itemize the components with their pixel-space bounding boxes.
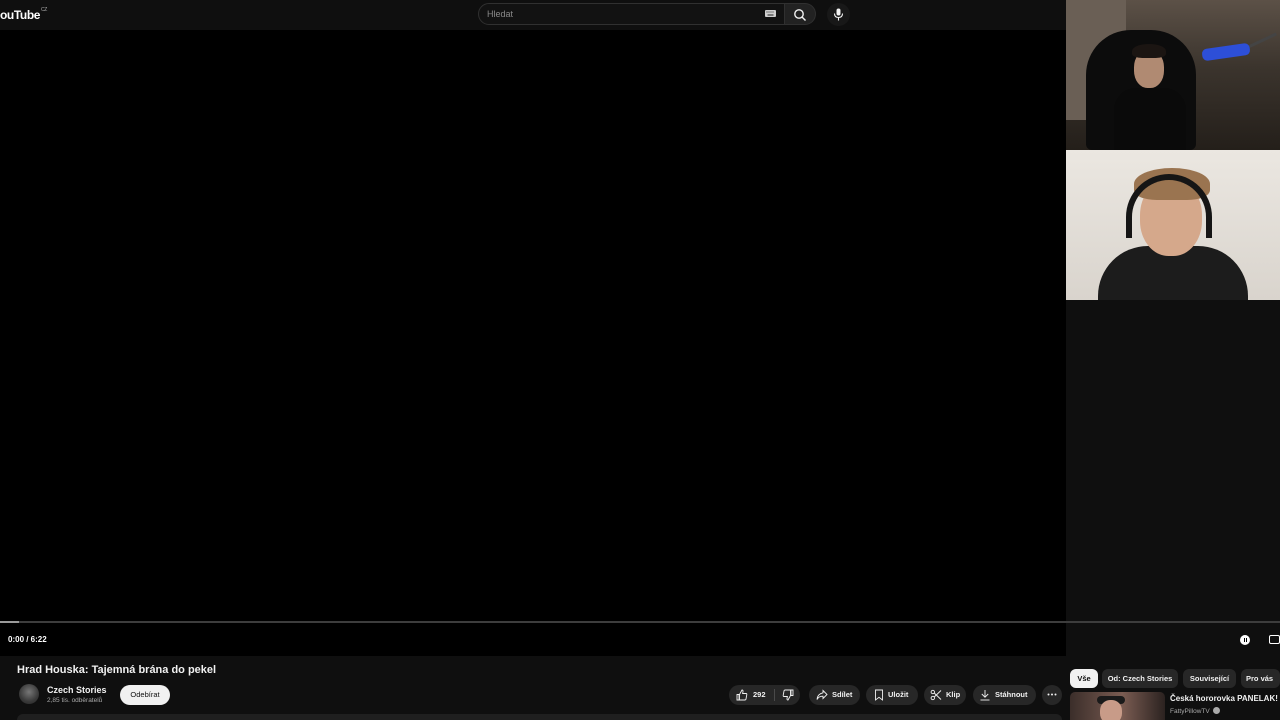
channel-avatar[interactable] xyxy=(19,684,39,704)
bookmark-icon xyxy=(875,689,883,701)
more-actions-button[interactable] xyxy=(1042,685,1062,705)
subscribe-button[interactable]: Odebírat xyxy=(120,685,170,705)
youtube-logo[interactable]: ouTubeCZ xyxy=(0,7,47,22)
microphone xyxy=(1201,42,1251,62)
time-display: 0:00 / 6:22 xyxy=(8,635,47,644)
download-button[interactable]: Stáhnout xyxy=(973,685,1036,705)
search-box[interactable] xyxy=(478,3,785,25)
save-button[interactable]: Uložit xyxy=(866,685,918,705)
thumbnail-face xyxy=(1100,700,1122,720)
logo-text: ouTube xyxy=(0,8,41,22)
recommendation-thumbnail[interactable] xyxy=(1070,692,1165,720)
top-bar: ouTubeCZ xyxy=(0,0,1066,30)
thumbs-up-icon[interactable] xyxy=(736,689,748,701)
search-button[interactable] xyxy=(785,3,816,25)
video-title: Hrad Houska: Tajemná brána do pekel xyxy=(17,664,217,676)
search-input[interactable] xyxy=(487,7,747,21)
verified-icon xyxy=(1212,707,1220,714)
microphone-icon xyxy=(833,8,844,21)
subscriber-count: 2,85 tis. odběratelů xyxy=(47,697,103,704)
save-label: Uložit xyxy=(888,690,909,699)
search-icon xyxy=(794,9,806,21)
share-button[interactable]: Sdílet xyxy=(809,685,860,705)
keyboard-icon[interactable] xyxy=(765,10,776,17)
webcam-overlay-top xyxy=(1066,0,1280,150)
voice-search-button[interactable] xyxy=(827,3,850,26)
streamer-hair xyxy=(1132,44,1166,58)
thumbs-down-icon[interactable] xyxy=(782,689,794,701)
streamer-body xyxy=(1114,88,1186,150)
like-divider xyxy=(774,689,775,701)
description-box[interactable] xyxy=(17,714,1062,720)
like-count[interactable]: 292 xyxy=(753,685,766,705)
progress-bar[interactable] xyxy=(0,621,1280,623)
chip-all[interactable]: Vše xyxy=(1070,669,1098,688)
more-horizontal-icon xyxy=(1047,693,1057,696)
chip-related[interactable]: Související xyxy=(1183,669,1236,688)
video-player[interactable] xyxy=(0,30,1066,656)
scissors-icon xyxy=(930,689,942,701)
recommendation-channel-name: FattyPillowTV xyxy=(1170,708,1210,715)
clip-label: Klip xyxy=(946,690,961,699)
chip-from-channel[interactable]: Od: Czech Stories xyxy=(1102,669,1178,688)
recommendation-channel[interactable]: FattyPillowTV xyxy=(1170,707,1220,715)
autoplay-toggle[interactable] xyxy=(1240,635,1250,645)
progress-bar-fill xyxy=(0,621,20,623)
clip-button[interactable]: Klip xyxy=(924,685,966,705)
webcam-overlay-bottom xyxy=(1066,150,1280,300)
channel-name[interactable]: Czech Stories xyxy=(47,685,107,695)
download-icon xyxy=(980,690,990,701)
logo-region: CZ xyxy=(41,7,47,13)
share-label: Sdílet xyxy=(832,690,853,699)
download-label: Stáhnout xyxy=(995,690,1028,699)
like-dislike-group: 292 xyxy=(729,685,800,705)
subtitles-button[interactable] xyxy=(1269,635,1280,644)
recommendation-title[interactable]: Česká hororovka PANELAK! xyxy=(1170,694,1278,703)
share-icon xyxy=(816,689,828,700)
chip-for-you[interactable]: Pro vás xyxy=(1241,669,1280,688)
